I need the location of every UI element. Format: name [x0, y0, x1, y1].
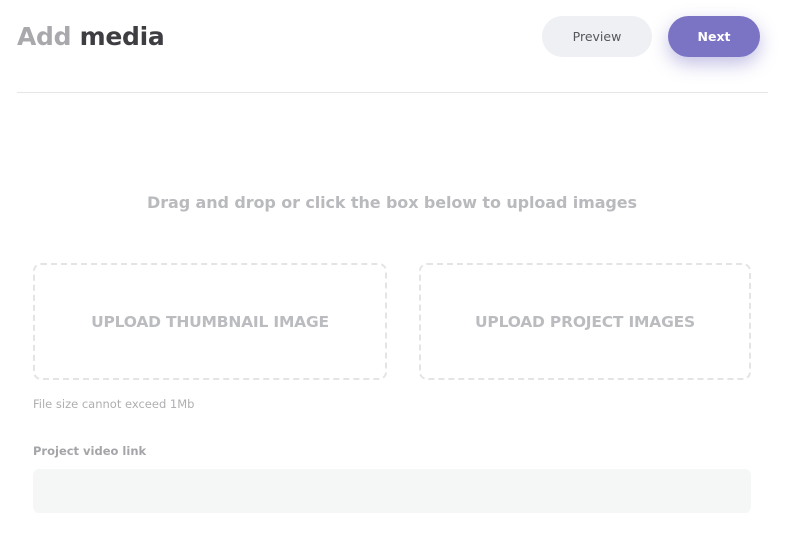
upload-instruction: Drag and drop or click the box below to … — [147, 193, 637, 212]
project-images-upload-label: UPLOAD PROJECT IMAGES — [475, 312, 695, 331]
file-size-hint: File size cannot exceed 1Mb — [33, 397, 195, 411]
header-divider — [17, 92, 768, 93]
video-link-label: Project video link — [33, 444, 147, 458]
page-title-main: media — [79, 22, 165, 51]
page-title: Add media — [17, 20, 165, 54]
project-images-upload-dropzone[interactable]: UPLOAD PROJECT IMAGES — [419, 263, 751, 380]
thumbnail-upload-label: UPLOAD THUMBNAIL IMAGE — [91, 312, 329, 331]
page-title-prefix: Add — [17, 22, 72, 51]
video-link-input[interactable] — [33, 469, 751, 513]
next-button[interactable]: Next — [668, 16, 760, 57]
add-media-page: Add media Preview Next Drag and drop or … — [0, 0, 794, 537]
preview-button[interactable]: Preview — [542, 16, 652, 57]
thumbnail-upload-dropzone[interactable]: UPLOAD THUMBNAIL IMAGE — [33, 263, 387, 380]
